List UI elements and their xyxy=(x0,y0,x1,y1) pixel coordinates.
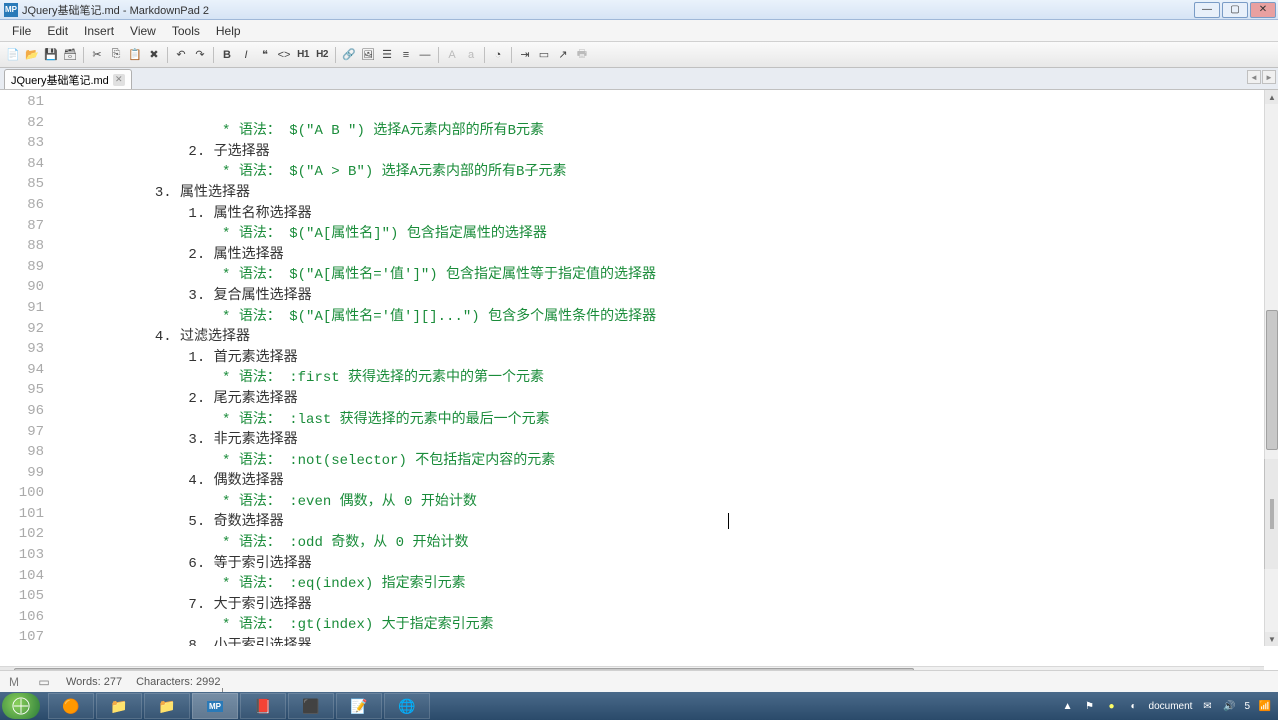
tab-title: JQuery基础笔记.md xyxy=(11,72,109,88)
quote-icon[interactable]: ❝ xyxy=(256,46,274,64)
right-handle[interactable] xyxy=(1264,459,1278,569)
tab-next-icon[interactable]: ► xyxy=(1262,70,1276,84)
tray-count: 5 xyxy=(1244,701,1250,712)
task-chrome[interactable]: 🌐 xyxy=(384,693,430,719)
print-icon[interactable]: 🖶 xyxy=(573,46,591,64)
menu-view[interactable]: View xyxy=(122,22,164,40)
word-count: Words: 277 xyxy=(66,676,122,688)
open-file-icon[interactable]: 📂 xyxy=(23,46,41,64)
export-icon[interactable]: ↗ xyxy=(554,46,572,64)
image-icon[interactable]: 🖼 xyxy=(359,46,377,64)
tab-prev-icon[interactable]: ◄ xyxy=(1247,70,1261,84)
scroll-up-icon[interactable]: ▲ xyxy=(1265,90,1278,104)
document-tab[interactable]: JQuery基础笔记.md ✕ xyxy=(4,69,132,89)
save-all-icon[interactable]: 🗃 xyxy=(61,46,79,64)
task-explorer2[interactable]: 📁 xyxy=(144,693,190,719)
tabbar: JQuery基础笔记.md ✕ ◄ ► xyxy=(0,68,1278,90)
task-app1[interactable]: 🟠 xyxy=(48,693,94,719)
copy-icon[interactable]: ⎘ xyxy=(107,46,125,64)
book-icon: ▭ xyxy=(36,674,52,690)
char-count: Characters: 2992 xyxy=(136,676,220,688)
system-tray[interactable]: ▲ ⚑ ● ◐ document ✉ 🔊 5 📶 xyxy=(1061,692,1278,720)
ul-icon[interactable]: ☰ xyxy=(378,46,396,64)
windows-icon xyxy=(12,697,30,715)
delete-icon[interactable]: ✖ xyxy=(145,46,163,64)
app-icon: MP xyxy=(4,3,18,17)
text-cursor xyxy=(728,513,729,529)
task-markdownpad[interactable]: MP xyxy=(192,693,238,719)
tray-net-icon[interactable]: 📶 xyxy=(1258,699,1272,713)
tray-flag-icon[interactable]: ⚑ xyxy=(1083,699,1097,713)
new-file-icon[interactable]: 📄 xyxy=(4,46,22,64)
task-notepad[interactable]: 📝 xyxy=(336,693,382,719)
toolbar: 📄 📂 💾 🗃 ✂ ⎘ 📋 ✖ ↶ ↷ B I ❝ <> H1 H2 🔗 🖼 ☰… xyxy=(0,42,1278,68)
browser-icon[interactable]: ▭ xyxy=(535,46,553,64)
tray-doc-label: document xyxy=(1149,701,1193,712)
ol-icon[interactable]: ≡ xyxy=(397,46,415,64)
menubar: File Edit Insert View Tools Help xyxy=(0,20,1278,42)
window-title: JQuery基础笔记.md - MarkdownPad 2 xyxy=(22,2,209,18)
menu-file[interactable]: File xyxy=(4,22,39,40)
scroll-down-icon[interactable]: ▼ xyxy=(1265,632,1278,646)
preview-icon[interactable]: ⇥ xyxy=(516,46,534,64)
menu-insert[interactable]: Insert xyxy=(76,22,122,40)
tab-close-icon[interactable]: ✕ xyxy=(113,74,125,86)
tray-mail-icon[interactable]: ✉ xyxy=(1200,699,1214,713)
task-ide[interactable]: ⬛ xyxy=(288,693,334,719)
tray-vol-icon[interactable]: 🔊 xyxy=(1222,699,1236,713)
menu-tools[interactable]: Tools xyxy=(164,22,208,40)
statusbar: M ▭ Words: 277 Characters: 2992 xyxy=(0,670,1278,692)
task-explorer[interactable]: 📁 xyxy=(96,693,142,719)
start-button[interactable] xyxy=(2,693,40,719)
task-pdf[interactable]: 📕 xyxy=(240,693,286,719)
menu-edit[interactable]: Edit xyxy=(39,22,76,40)
markdown-icon: M xyxy=(6,674,22,690)
h1-button[interactable]: H1 xyxy=(294,46,312,64)
code-icon[interactable]: <> xyxy=(275,46,293,64)
italic-icon[interactable]: I xyxy=(237,46,255,64)
tray-up-icon[interactable]: ▲ xyxy=(1061,699,1075,713)
link-icon[interactable]: 🔗 xyxy=(340,46,358,64)
close-button[interactable]: ✕ xyxy=(1250,2,1276,18)
editor[interactable]: 8182838485868788899091929394959697989910… xyxy=(0,90,1278,646)
taskbar: 🟠 📁 📁 MP 📕 ⬛ 📝 🌐 ▲ ⚑ ● ◐ document ✉ 🔊 5 … xyxy=(0,692,1278,720)
minimize-button[interactable]: — xyxy=(1194,2,1220,18)
lower-icon[interactable]: a xyxy=(462,46,480,64)
redo-icon[interactable]: ↷ xyxy=(191,46,209,64)
tray-mic-icon[interactable]: ● xyxy=(1105,699,1119,713)
vscroll-thumb[interactable] xyxy=(1266,310,1278,450)
timestamp-icon[interactable]: ◔ xyxy=(489,46,507,64)
hr-icon[interactable]: — xyxy=(416,46,434,64)
code-area[interactable]: * 语法： $("A B ") 选择A元素内部的所有B元素 2. 子选择器 * … xyxy=(54,90,1278,646)
tray-disk-icon[interactable]: ◐ xyxy=(1127,699,1141,713)
upper-icon[interactable]: A xyxy=(443,46,461,64)
line-gutter: 8182838485868788899091929394959697989910… xyxy=(0,90,54,646)
cut-icon[interactable]: ✂ xyxy=(88,46,106,64)
maximize-button[interactable]: ▢ xyxy=(1222,2,1248,18)
paste-icon[interactable]: 📋 xyxy=(126,46,144,64)
titlebar: MP JQuery基础笔记.md - MarkdownPad 2 — ▢ ✕ xyxy=(0,0,1278,20)
menu-help[interactable]: Help xyxy=(208,22,249,40)
bold-icon[interactable]: B xyxy=(218,46,236,64)
save-icon[interactable]: 💾 xyxy=(42,46,60,64)
undo-icon[interactable]: ↶ xyxy=(172,46,190,64)
h2-button[interactable]: H2 xyxy=(313,46,331,64)
